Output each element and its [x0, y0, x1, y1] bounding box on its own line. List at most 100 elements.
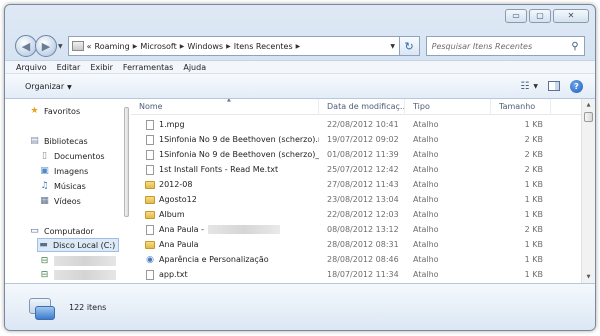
item-count: 122 itens — [69, 302, 107, 312]
drive-icon: ▬ — [39, 240, 48, 250]
nav-item-computador[interactable]: ▭ Computador — [29, 224, 94, 238]
nav-item-label: Computador — [44, 226, 94, 236]
nav-item-network-drive[interactable]: ⊟ — [39, 254, 116, 268]
sort-ascending-icon: ▲ — [227, 99, 231, 103]
file-row[interactable]: app.txt 18/07/2012 11:34 Atalho 1 KB — [131, 267, 581, 282]
chevron-down-icon: ▼ — [67, 83, 72, 91]
forward-button[interactable]: ▶ — [35, 35, 57, 57]
file-date-cell: 19/07/2012 09:02 — [327, 135, 399, 144]
file-name-cell: Ana Paula - — [131, 224, 319, 235]
breadcrumb-itens-recentes[interactable]: Itens Recentes — [234, 42, 293, 51]
explorer-window: ▭ ▢ ✕ ◀ ▶ ▼ « Roaming ▶ Microsoft ▶ Wind… — [4, 4, 596, 331]
file-size-cell: 1 KB — [524, 210, 543, 219]
menu-arquivo[interactable]: Arquivo — [11, 63, 52, 72]
menu-ferramentas[interactable]: Ferramentas — [118, 63, 178, 72]
file-row[interactable]: Album 22/08/2012 12:03 Atalho 1 KB — [131, 207, 581, 222]
file-row[interactable]: ◉ Aparência e Personalização 28/08/2012 08… — [131, 252, 581, 267]
file-date-cell: 28/08/2012 08:46 — [327, 255, 399, 264]
file-type-cell: Atalho — [413, 255, 439, 264]
column-header-tipo[interactable]: Tipo — [405, 99, 491, 115]
column-header-data[interactable]: Data de modificaç... — [319, 99, 405, 115]
file-shortcut-icon — [145, 224, 155, 235]
file-size-cell: 2 KB — [524, 165, 543, 174]
redacted-label — [54, 256, 116, 266]
file-name: Ana Paula — [159, 240, 199, 249]
breadcrumb-separator-icon[interactable]: ▶ — [180, 43, 185, 50]
file-row[interactable]: Ana Paula - 08/08/2012 13:12 Atalho 2 KB — [131, 222, 581, 237]
file-size-cell: 1 KB — [524, 255, 543, 264]
search-box[interactable]: Pesquisar Itens Recentes ⚲ — [425, 36, 585, 56]
nav-item-label: Disco Local (C:) — [53, 240, 116, 250]
file-row[interactable]: 1Sinfonia No 9 de Beethoven (scherzo)_tr… — [131, 147, 581, 162]
search-icon[interactable]: ⚲ — [566, 41, 584, 52]
file-name: Album — [159, 210, 185, 219]
menu-ajuda[interactable]: Ajuda — [178, 63, 211, 72]
file-name: Aparência e Personalização — [159, 255, 269, 264]
nav-item-documentos[interactable]: ▯ Documentos — [39, 149, 105, 163]
menu-editar[interactable]: Editar — [52, 63, 86, 72]
address-overflow[interactable]: « — [87, 42, 92, 51]
music-icon: ♫ — [40, 181, 49, 191]
minimize-button[interactable]: ▭ — [505, 9, 527, 23]
file-type-cell: Atalho — [413, 135, 439, 144]
breadcrumb-microsoft[interactable]: Microsoft — [140, 42, 176, 51]
organize-button[interactable]: Organizar ▼ — [25, 82, 72, 91]
column-header-tamanho[interactable]: Tamanho — [491, 99, 551, 115]
file-size-cell: 1 KB — [524, 180, 543, 189]
search-input[interactable]: Pesquisar Itens Recentes — [432, 42, 566, 51]
breadcrumb-separator-icon[interactable]: ▶ — [133, 43, 138, 50]
scroll-down-icon[interactable]: ▼ — [582, 271, 595, 283]
nav-item-network-drive[interactable]: ⊟ — [39, 268, 116, 282]
preview-pane-icon[interactable] — [548, 81, 560, 91]
nav-item-videos[interactable]: ▦ Vídeos — [39, 194, 81, 208]
help-icon[interactable]: ? — [570, 79, 583, 93]
file-name-cell: ◉ Aparência e Personalização — [131, 254, 319, 265]
nav-item-bibliotecas[interactable]: ▤ Bibliotecas — [29, 134, 88, 148]
nav-item-label: Bibliotecas — [44, 136, 88, 146]
recent-pages-dropdown[interactable]: ▼ — [58, 43, 63, 50]
file-type-cell: Atalho — [413, 120, 439, 129]
breadcrumb-separator-icon[interactable]: ▶ — [226, 43, 231, 50]
details-pane: 122 itens — [5, 283, 595, 330]
file-row[interactable]: 1Sinfonia No 9 de Beethoven (scherzo).m.… — [131, 132, 581, 147]
close-button[interactable]: ✕ — [553, 9, 589, 23]
file-name-cell: 1.mpg — [131, 119, 319, 130]
back-arrow-icon: ◀ — [21, 39, 31, 53]
file-row[interactable]: 1.mpg 22/08/2012 10:41 Atalho 1 KB — [131, 117, 581, 132]
control-panel-icon: ◉ — [146, 254, 154, 265]
column-header-nome[interactable]: Nome — [131, 99, 319, 115]
nav-item-favoritos[interactable]: ★ Favoritos — [29, 104, 80, 118]
file-date-cell: 28/08/2012 08:31 — [327, 240, 399, 249]
change-view-icon[interactable]: ☷ — [520, 81, 529, 92]
breadcrumb-separator-icon[interactable]: ▶ — [296, 43, 301, 50]
file-size-cell: 2 KB — [524, 150, 543, 159]
breadcrumb-windows[interactable]: Windows — [187, 42, 223, 51]
file-name: 2012-08 — [159, 180, 193, 189]
view-options-dropdown[interactable]: ▼ — [533, 83, 538, 90]
file-row[interactable]: Ana Paula 28/08/2012 08:31 Atalho 1 KB — [131, 237, 581, 252]
file-row[interactable]: Agosto12 23/08/2012 13:04 Atalho 1 KB — [131, 192, 581, 207]
file-list-scrollbar[interactable]: ▲ ▼ — [581, 99, 595, 283]
refresh-button[interactable]: ↻ — [399, 36, 420, 56]
file-date-cell: 22/08/2012 12:03 — [327, 210, 399, 219]
maximize-button[interactable]: ▢ — [529, 9, 551, 23]
menu-exibir[interactable]: Exibir — [85, 63, 118, 72]
nav-item-imagens[interactable]: ▣ Imagens — [39, 164, 88, 178]
nav-item-musicas[interactable]: ♫ Músicas — [39, 179, 86, 193]
file-row[interactable]: 2012-08 27/08/2012 11:43 Atalho 1 KB — [131, 177, 581, 192]
file-size-cell: 1 KB — [524, 195, 543, 204]
navigation-bar: ◀ ▶ ▼ « Roaming ▶ Microsoft ▶ Windows ▶ … — [15, 34, 585, 58]
nav-item-disco-local[interactable]: ▬ Disco Local (C:) — [37, 238, 119, 252]
address-bar[interactable]: « Roaming ▶ Microsoft ▶ Windows ▶ Itens … — [67, 36, 400, 56]
file-row[interactable]: 1st Install Fonts - Read Me.txt 25/07/201… — [131, 162, 581, 177]
nav-item-label: Músicas — [54, 181, 86, 191]
scroll-up-icon[interactable]: ▲ — [582, 99, 595, 111]
file-list-scroll-thumb[interactable] — [584, 112, 593, 122]
address-history-dropdown[interactable]: ▼ — [387, 43, 399, 50]
file-rows: 1.mpg 22/08/2012 10:41 Atalho 1 KB 1Sinfonia… — [131, 117, 581, 282]
breadcrumb-roaming[interactable]: Roaming — [95, 42, 130, 51]
folder-shortcut-icon — [145, 179, 155, 190]
back-button[interactable]: ◀ — [15, 35, 37, 57]
navigation-pane-scroll-thumb[interactable] — [124, 107, 129, 217]
file-type-cell: Atalho — [413, 270, 439, 279]
